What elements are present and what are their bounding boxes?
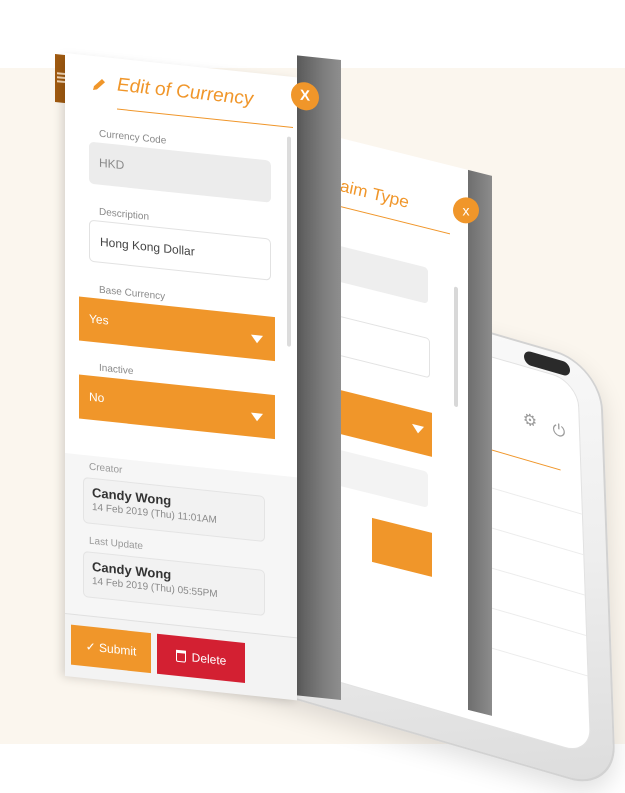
delete-button[interactable]: Delete xyxy=(157,633,245,683)
description-input[interactable]: Hong Kong Dollar xyxy=(89,219,271,281)
gear-icon[interactable]: ⚙ xyxy=(523,408,538,432)
edit-currency-dialog: Edit of Currency X Currency Code HKD Des… xyxy=(55,0,345,744)
edit-currency-dialog-edge xyxy=(297,55,341,701)
base-currency-value: Yes xyxy=(89,311,109,328)
inactive-label: Inactive xyxy=(99,362,134,378)
claim-type-button[interactable] xyxy=(372,517,432,577)
inactive-select[interactable]: No xyxy=(79,374,275,440)
close-label: X xyxy=(299,86,310,105)
dropdown-arrow-icon xyxy=(412,423,424,435)
dropdown-arrow-icon xyxy=(251,334,263,344)
dialog-header: Edit of Currency X xyxy=(87,69,319,129)
inactive-value: No xyxy=(89,389,105,406)
creator-card: Candy Wong 14 Feb 2019 (Thu) 11:01AM xyxy=(83,476,265,543)
close-icon[interactable]: x xyxy=(453,197,479,224)
trash-icon xyxy=(175,649,186,663)
currency-code-field: HKD xyxy=(89,141,271,203)
claim-type-scrollbar[interactable] xyxy=(454,286,458,408)
delete-button-label: Delete xyxy=(191,650,227,669)
dropdown-arrow-icon xyxy=(251,412,263,422)
last-update-label: Last Update xyxy=(89,535,143,553)
dialog-title: Edit of Currency xyxy=(117,74,254,110)
creator-label: Creator xyxy=(89,461,123,477)
dialog-title-underline xyxy=(117,108,293,129)
claim-type-dialog-edge xyxy=(468,169,492,716)
last-update-card: Candy Wong 14 Feb 2019 (Thu) 05:55PM xyxy=(83,550,265,617)
submit-button[interactable]: ✓ Submit xyxy=(71,624,151,674)
dialog-scrollbar[interactable] xyxy=(287,136,291,347)
pencil-icon xyxy=(93,78,105,90)
claim-type-close-label: x xyxy=(462,202,470,219)
power-icon[interactable]: ⏻ xyxy=(552,421,565,443)
base-currency-select[interactable]: Yes xyxy=(79,296,275,362)
